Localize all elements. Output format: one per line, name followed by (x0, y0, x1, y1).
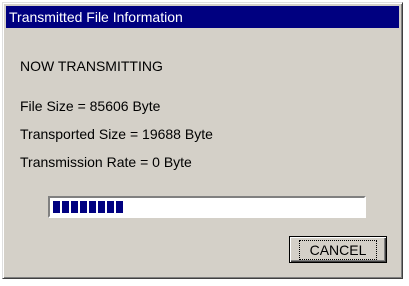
progress-fill (53, 201, 361, 213)
progress-block (71, 201, 78, 213)
progress-block (116, 201, 123, 213)
transmission-rate-label: Transmission Rate = 0 Byte (20, 154, 192, 170)
transported-size-label: Transported Size = 19688 Byte (20, 126, 213, 142)
progress-block (107, 201, 114, 213)
dialog-title: Transmitted File Information (6, 6, 399, 28)
progress-block (98, 201, 105, 213)
status-heading: NOW TRANSMITTING (20, 58, 163, 74)
progress-block (53, 201, 60, 213)
progress-block (62, 201, 69, 213)
cancel-button[interactable]: CANCEL (289, 236, 387, 263)
progress-bar (48, 196, 366, 218)
transmit-dialog: Transmitted File Information NOW TRANSMI… (2, 2, 403, 279)
progress-block (80, 201, 87, 213)
file-size-label: File Size = 85606 Byte (20, 98, 161, 114)
cancel-button-label: CANCEL (298, 239, 378, 260)
progress-block (89, 201, 96, 213)
